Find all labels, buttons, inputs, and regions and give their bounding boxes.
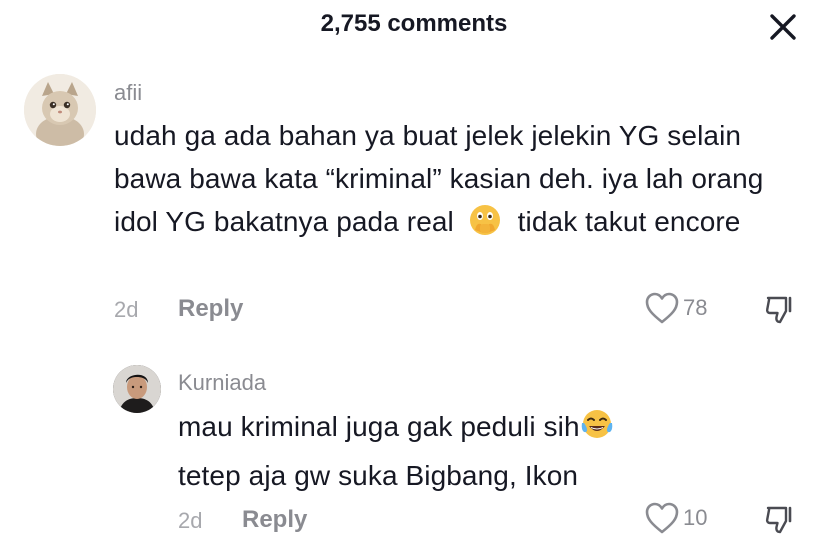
like-count: 78 [683,295,708,320]
comment: afii udah ga ada bahan ya buat jelek jel… [0,0,828,340]
comment-text-body: mau kriminal juga gak peduli sih [178,411,580,442]
reply-button[interactable]: Reply [178,295,243,323]
tears-of-joy-emoji-icon [580,408,614,454]
thumbs-down-icon [765,506,792,534]
reply-button[interactable]: Reply [242,506,307,534]
dislike-button[interactable] [764,504,796,539]
comment-timestamp: 2d [114,297,139,322]
thumbs-down-icon [765,296,792,324]
like-count: 10 [683,505,708,530]
dislike-button[interactable] [764,294,796,329]
person-avatar-icon [113,365,161,413]
heart-icon [645,502,679,534]
comment-text-tail: tidak takut encore [517,206,741,237]
comment-text-line-2: tetep aja gw suka Bigbang, Ikon [178,460,579,491]
cat-avatar-icon [24,74,96,146]
face-with-hand-over-mouth-emoji-icon [468,203,502,249]
comment-username[interactable]: afii [114,80,142,106]
reply-comment: Kurniada mau kriminal juga gak peduli si… [0,340,828,559]
avatar[interactable] [113,365,161,413]
comment-username[interactable]: Kurniada [178,370,266,396]
heart-icon [645,292,679,324]
comment-text: udah ga ada bahan ya buat jelek jelekin … [114,114,794,249]
avatar[interactable] [24,74,96,146]
like-button[interactable]: 78 [644,291,707,325]
like-button[interactable]: 10 [644,501,707,535]
comment-timestamp: 2d [178,508,203,533]
comment-text: mau kriminal juga gak peduli sih tetep a… [178,405,778,497]
